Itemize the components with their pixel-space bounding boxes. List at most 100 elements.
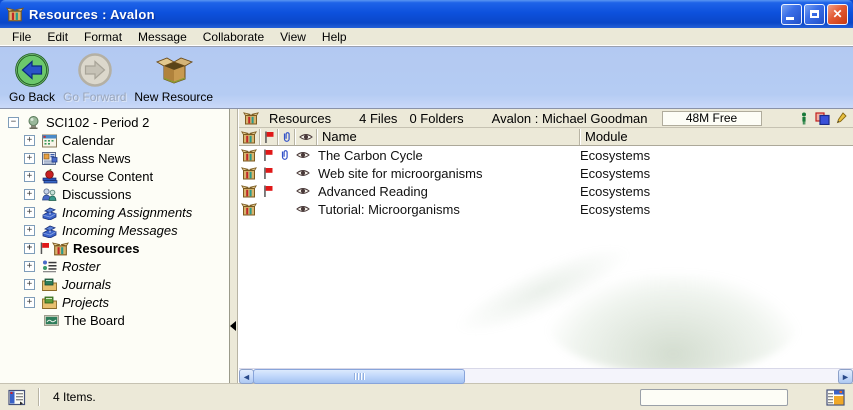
tree-item-label: Roster [62,259,100,274]
tree-item-label: Course Content [62,169,153,184]
minimize-button[interactable] [781,4,802,25]
tree-item-resources[interactable]: + Resources [0,239,229,257]
resource-module: Ecosystems [575,148,853,163]
status-separator [38,388,39,406]
tree-item-journals[interactable]: + Journals [0,275,229,293]
tree-expand-icon[interactable]: + [24,243,35,254]
window-list-icon[interactable] [8,389,26,406]
column-attachment[interactable] [278,131,294,143]
layout-icon[interactable] [826,389,845,406]
resource-module: Ecosystems [575,166,853,181]
panel-splitter[interactable] [230,109,238,383]
scroll-left-button[interactable]: ◄ [239,369,254,384]
go-forward-label: Go Forward [63,90,126,104]
menu-message[interactable]: Message [130,28,195,46]
menu-help[interactable]: Help [314,28,355,46]
menu-edit[interactable]: Edit [39,28,76,46]
tree-expand-icon[interactable]: + [24,261,35,272]
incoming-assignments-icon [41,205,58,220]
title-bar[interactable]: Resources : Avalon ✕ [0,0,853,28]
app-icon [6,6,24,22]
maximize-button[interactable] [804,4,825,25]
course-icon [25,115,42,130]
tree-root-sci102[interactable]: − SCI102 - Period 2 [0,113,229,131]
tree-item-course-content[interactable]: + Course Content [0,167,229,185]
menu-view[interactable]: View [272,28,314,46]
tree-collapse-icon[interactable]: − [8,117,19,128]
folders-count: 0 Folders [409,111,463,126]
tree-item-incoming-messages[interactable]: + Incoming Messages [0,221,229,239]
tree-item-class-news[interactable]: + Class News [0,149,229,167]
menu-format[interactable]: Format [76,28,130,46]
tree-item-label: Projects [62,295,109,310]
forward-icon [76,52,114,89]
close-button[interactable]: ✕ [827,4,848,25]
resource-row[interactable]: Advanced Reading Ecosystems [239,182,853,200]
tree-item-incoming-assignments[interactable]: + Incoming Assignments [0,203,229,221]
roster-icon [41,259,58,274]
resource-row[interactable]: Tutorial: Microorganisms Ecosystems [239,200,853,218]
flag-icon [263,167,273,179]
column-module[interactable]: Module [580,129,853,144]
resource-row[interactable]: Web site for microorganisms Ecosystems [239,164,853,182]
tree-expand-icon[interactable]: + [24,207,35,218]
edit-pencil-icon[interactable] [836,112,847,125]
resources-icon [52,241,69,256]
copy-icon[interactable] [815,112,830,125]
files-count: 4 Files [359,111,397,126]
tree-item-label: Class News [62,151,131,166]
minimize-icon [786,17,794,20]
person-icon[interactable] [799,112,809,125]
go-back-label: Go Back [9,90,55,104]
resource-row[interactable]: The Carbon Cycle Ecosystems [239,146,853,164]
column-visibility[interactable] [295,132,316,142]
tree-expand-icon[interactable]: + [24,171,35,182]
go-back-button[interactable]: Go Back [6,51,58,105]
package-icon [241,166,257,180]
resource-name: Web site for microorganisms [313,166,575,181]
app-window: Resources : Avalon ✕ File Edit Format Me… [0,0,853,410]
attachment-icon [279,149,290,161]
back-icon [13,52,51,89]
tree-expand-icon[interactable]: + [24,189,35,200]
resource-module: Ecosystems [575,202,853,217]
visible-icon [299,132,313,142]
splitter-collapse-icon[interactable] [230,321,236,331]
tree-expand-icon[interactable]: + [24,225,35,236]
flag-icon [263,185,273,197]
column-name[interactable]: Name [317,129,579,144]
scroll-right-button[interactable]: ► [838,369,853,384]
new-resource-button[interactable]: New Resource [131,51,216,105]
course-content-icon [41,169,58,184]
resource-name: Tutorial: Microorganisms [313,202,575,217]
resource-module: Ecosystems [575,184,853,199]
tree-item-label: Incoming Assignments [62,205,192,220]
tree-item-label: Resources [73,241,139,256]
tree-item-roster[interactable]: + Roster [0,257,229,275]
tree-expand-icon[interactable]: + [24,297,35,308]
status-field [640,389,788,406]
tree-item-projects[interactable]: + Projects [0,293,229,311]
scrollbar-thumb[interactable] [253,369,465,384]
tree-item-the-board[interactable]: The Board [0,311,229,329]
flag-icon [39,242,50,254]
menu-file[interactable]: File [4,28,39,46]
journals-icon [41,277,58,292]
tree-item-calendar[interactable]: + Calendar [0,131,229,149]
go-forward-button[interactable]: Go Forward [60,51,129,105]
discussions-icon [41,187,58,202]
tree-expand-icon[interactable]: + [24,135,35,146]
visible-icon [296,168,310,178]
main-area: − SCI102 - Period 2 + [0,109,853,383]
menu-collaborate[interactable]: Collaborate [195,28,272,46]
news-icon [41,151,58,166]
maximize-icon [810,10,819,18]
attachment-icon [281,131,292,143]
column-type[interactable] [239,130,259,144]
horizontal-scrollbar[interactable]: ◄ ► [239,368,853,383]
window-title: Resources : Avalon [29,7,781,22]
column-flag[interactable] [260,131,277,143]
tree-expand-icon[interactable]: + [24,153,35,164]
tree-item-discussions[interactable]: + Discussions [0,185,229,203]
tree-expand-icon[interactable]: + [24,279,35,290]
